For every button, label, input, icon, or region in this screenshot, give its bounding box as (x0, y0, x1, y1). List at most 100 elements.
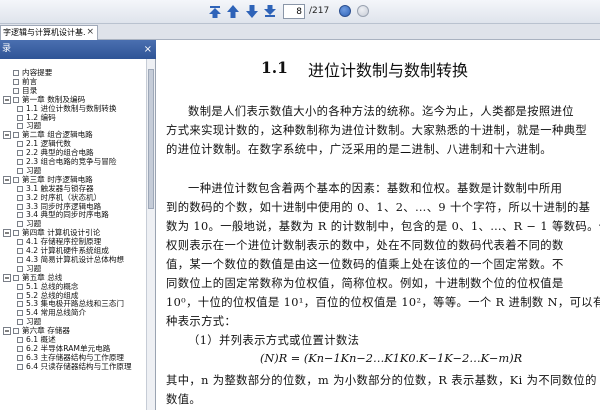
toc-label: 第一章 数制及编码 (22, 94, 86, 104)
collapse-toggle-icon[interactable] (3, 95, 11, 104)
next-page-button[interactable] (245, 4, 259, 19)
toc-item[interactable]: 6.3 主存储器结构与工作原理 (0, 352, 146, 362)
toc-chapter[interactable]: 第六章 存储器 (0, 326, 146, 336)
bookmark-icon (13, 230, 19, 237)
toc-label: 6.3 主存储器结构与工作原理 (26, 352, 125, 362)
bookmark-icon (17, 354, 23, 361)
toc-item[interactable]: 1.2 编码 (0, 113, 146, 122)
body-line: 权则表示在一个进位计数制表示的数中，处在不同数位的数码代表着不同的数 (166, 239, 564, 252)
toc-label: 习题 (26, 263, 42, 273)
collapse-toggle-icon[interactable] (3, 131, 11, 140)
arrow-up-icon (227, 5, 239, 18)
sidebar-title: 录 (2, 44, 12, 54)
bookmark-icon (17, 167, 23, 174)
body-line: 数制是人们表示数值大小的各种方法的统称。迄今为止，人类都是按照进位 (188, 105, 575, 118)
bookmark-icon (13, 328, 19, 335)
toc-item[interactable]: 2.3 组合电路的竞争与冒险 (0, 157, 146, 166)
bookmark-icon (17, 248, 23, 254)
bookmark-icon (17, 319, 23, 326)
bookmark-icon (13, 274, 19, 281)
toc-chapter[interactable]: 目录 (0, 85, 146, 95)
bookmark-icon (17, 301, 23, 308)
collapse-toggle-icon[interactable] (3, 229, 11, 238)
bookmark-icon (17, 123, 23, 130)
toc-label: 1.1 进位计数制与数制转换 (26, 103, 117, 113)
page-number-input[interactable] (283, 4, 305, 19)
toc-label: 3.2 时序机（状态机） (26, 192, 102, 202)
go-to-page-button[interactable] (339, 5, 351, 17)
bookmark-icon (17, 345, 23, 352)
body-line: 数值。 (166, 393, 202, 406)
toc-item[interactable]: 1.1 进位计数制与数制转换 (0, 103, 146, 113)
body-line: （1）并列表示方式或位置计数法 (188, 334, 360, 347)
toc-chapter[interactable]: 第三章 时序逻辑电路 (0, 174, 146, 184)
arrow-down-icon (246, 5, 258, 18)
toc-chapter[interactable]: 第一章 数制及编码 (0, 94, 146, 104)
bookmark-icon (17, 292, 23, 299)
total-pages-label: /217 (309, 6, 330, 16)
section-number: 1.1 (261, 58, 288, 77)
last-page-icon (264, 5, 276, 17)
toc-chapter[interactable]: 第二章 组合逻辑电路 (0, 130, 146, 140)
body-line: 10⁰，十位的位权值是 10¹，百位的位权值是 10²，等等。一个 R 进制数 … (166, 296, 600, 309)
bookmark-icon (17, 203, 23, 210)
previous-page-button[interactable] (226, 4, 240, 19)
body-line: 种表示方式： (166, 315, 237, 328)
document-tab[interactable]: 字逻辑与计算机设计基... × (0, 25, 98, 40)
toc-item[interactable]: 5.1 总线的概念 (0, 281, 146, 291)
first-page-button[interactable] (208, 4, 222, 19)
bookmark-icon (17, 212, 23, 219)
last-page-button[interactable] (263, 4, 277, 19)
bookmark-icon (17, 363, 23, 370)
toc-item[interactable]: 5.4 常用总线简介 (0, 308, 146, 317)
collapse-toggle-icon[interactable] (3, 175, 11, 184)
toc-chapter[interactable]: 第五章 总线 (0, 273, 146, 282)
bookmarks-sidebar: 录 × 内容提要 前言 目录 第一章 数制及编码 1.1 进位计数制与数制转换 1.2 编… (0, 40, 156, 410)
bookmark-icon (13, 96, 19, 103)
bookmark-icon (13, 87, 19, 94)
bookmark-icon (13, 70, 19, 76)
collapse-toggle-icon[interactable] (3, 273, 11, 282)
toc-item[interactable]: 3.1 触发器与锁存器 (0, 183, 146, 193)
toc-scrollbar[interactable] (146, 59, 155, 410)
bookmark-icon (17, 337, 23, 343)
bookmark-icon (17, 265, 23, 272)
toc-scroll-thumb[interactable] (148, 69, 154, 209)
toc-label: 3.1 触发器与锁存器 (26, 183, 94, 193)
toc-label: 目录 (22, 85, 38, 95)
bookmark-icon (17, 114, 23, 121)
zoom-button[interactable] (357, 5, 369, 17)
bookmark-icon (13, 132, 19, 139)
toc-label: 第三章 时序逻辑电路 (22, 174, 93, 184)
sidebar-header: 录 × (0, 40, 156, 59)
bookmark-icon (17, 283, 23, 290)
bookmark-icon (13, 176, 19, 183)
toc-label: 5.1 总线的概念 (26, 281, 79, 291)
collapse-toggle-icon[interactable] (3, 327, 11, 336)
toc-item[interactable]: 3.4 典型的同步时序电路 (0, 210, 146, 219)
toc-item[interactable]: 3.2 时序机（状态机） (0, 192, 146, 202)
toc-item[interactable]: 4.3 简易计算机设计总体构想 (0, 255, 146, 264)
toc-label: 6.4 只读存储器结构与工作原理 (26, 361, 132, 371)
bookmark-icon (17, 185, 23, 192)
bookmark-icon (17, 310, 23, 317)
bookmark-icon (17, 221, 23, 228)
body-line: 一种进位计数包含着两个基本的因素：基数和位权。基数是计数制中所用 (188, 182, 563, 195)
toc-item[interactable]: 6.4 只读存储器结构与工作原理 (0, 361, 146, 371)
body-line: 到的数码的个数，如十进制中使用的 0、1、2、…、9 十个字符，所以十进制的基 (166, 201, 591, 214)
toc-item[interactable]: 习题 (0, 263, 146, 273)
close-tab-icon[interactable]: × (86, 26, 94, 39)
bookmark-icon (17, 150, 23, 157)
formula: (N)R = (Kn−1Kn−2…K1K0.K−1K−2…K−m)R (260, 352, 523, 365)
body-line: 值，某一个数位的数值是由这一位数码的值乘上处在该位的一个固定常数。不 (166, 258, 564, 271)
body-line: 其中，n 为整数部分的位数，m 为小数部分的位数，R 表示基数，Ki 为不同数位… (166, 374, 597, 387)
bookmark-icon (17, 239, 23, 246)
body-line: 同数位上的固定常数称为位权值，简称位权。例如，十进制数个位的位权值是 (166, 277, 564, 290)
close-sidebar-icon[interactable]: × (144, 40, 152, 59)
body-line: 数为 10。一般地说，基数为 R 的计数制中，包含的是 0、1、…、R − 1 … (166, 220, 600, 233)
bookmark-icon (17, 194, 23, 201)
bookmark-icon (17, 105, 23, 112)
toolbar: /217 (0, 0, 600, 24)
body-line: 的进位计数制。在数字系统中，广泛采用的是二进制、八进制和十六进制。 (166, 143, 553, 156)
document-tab-title: 字逻辑与计算机设计基... (3, 28, 85, 37)
